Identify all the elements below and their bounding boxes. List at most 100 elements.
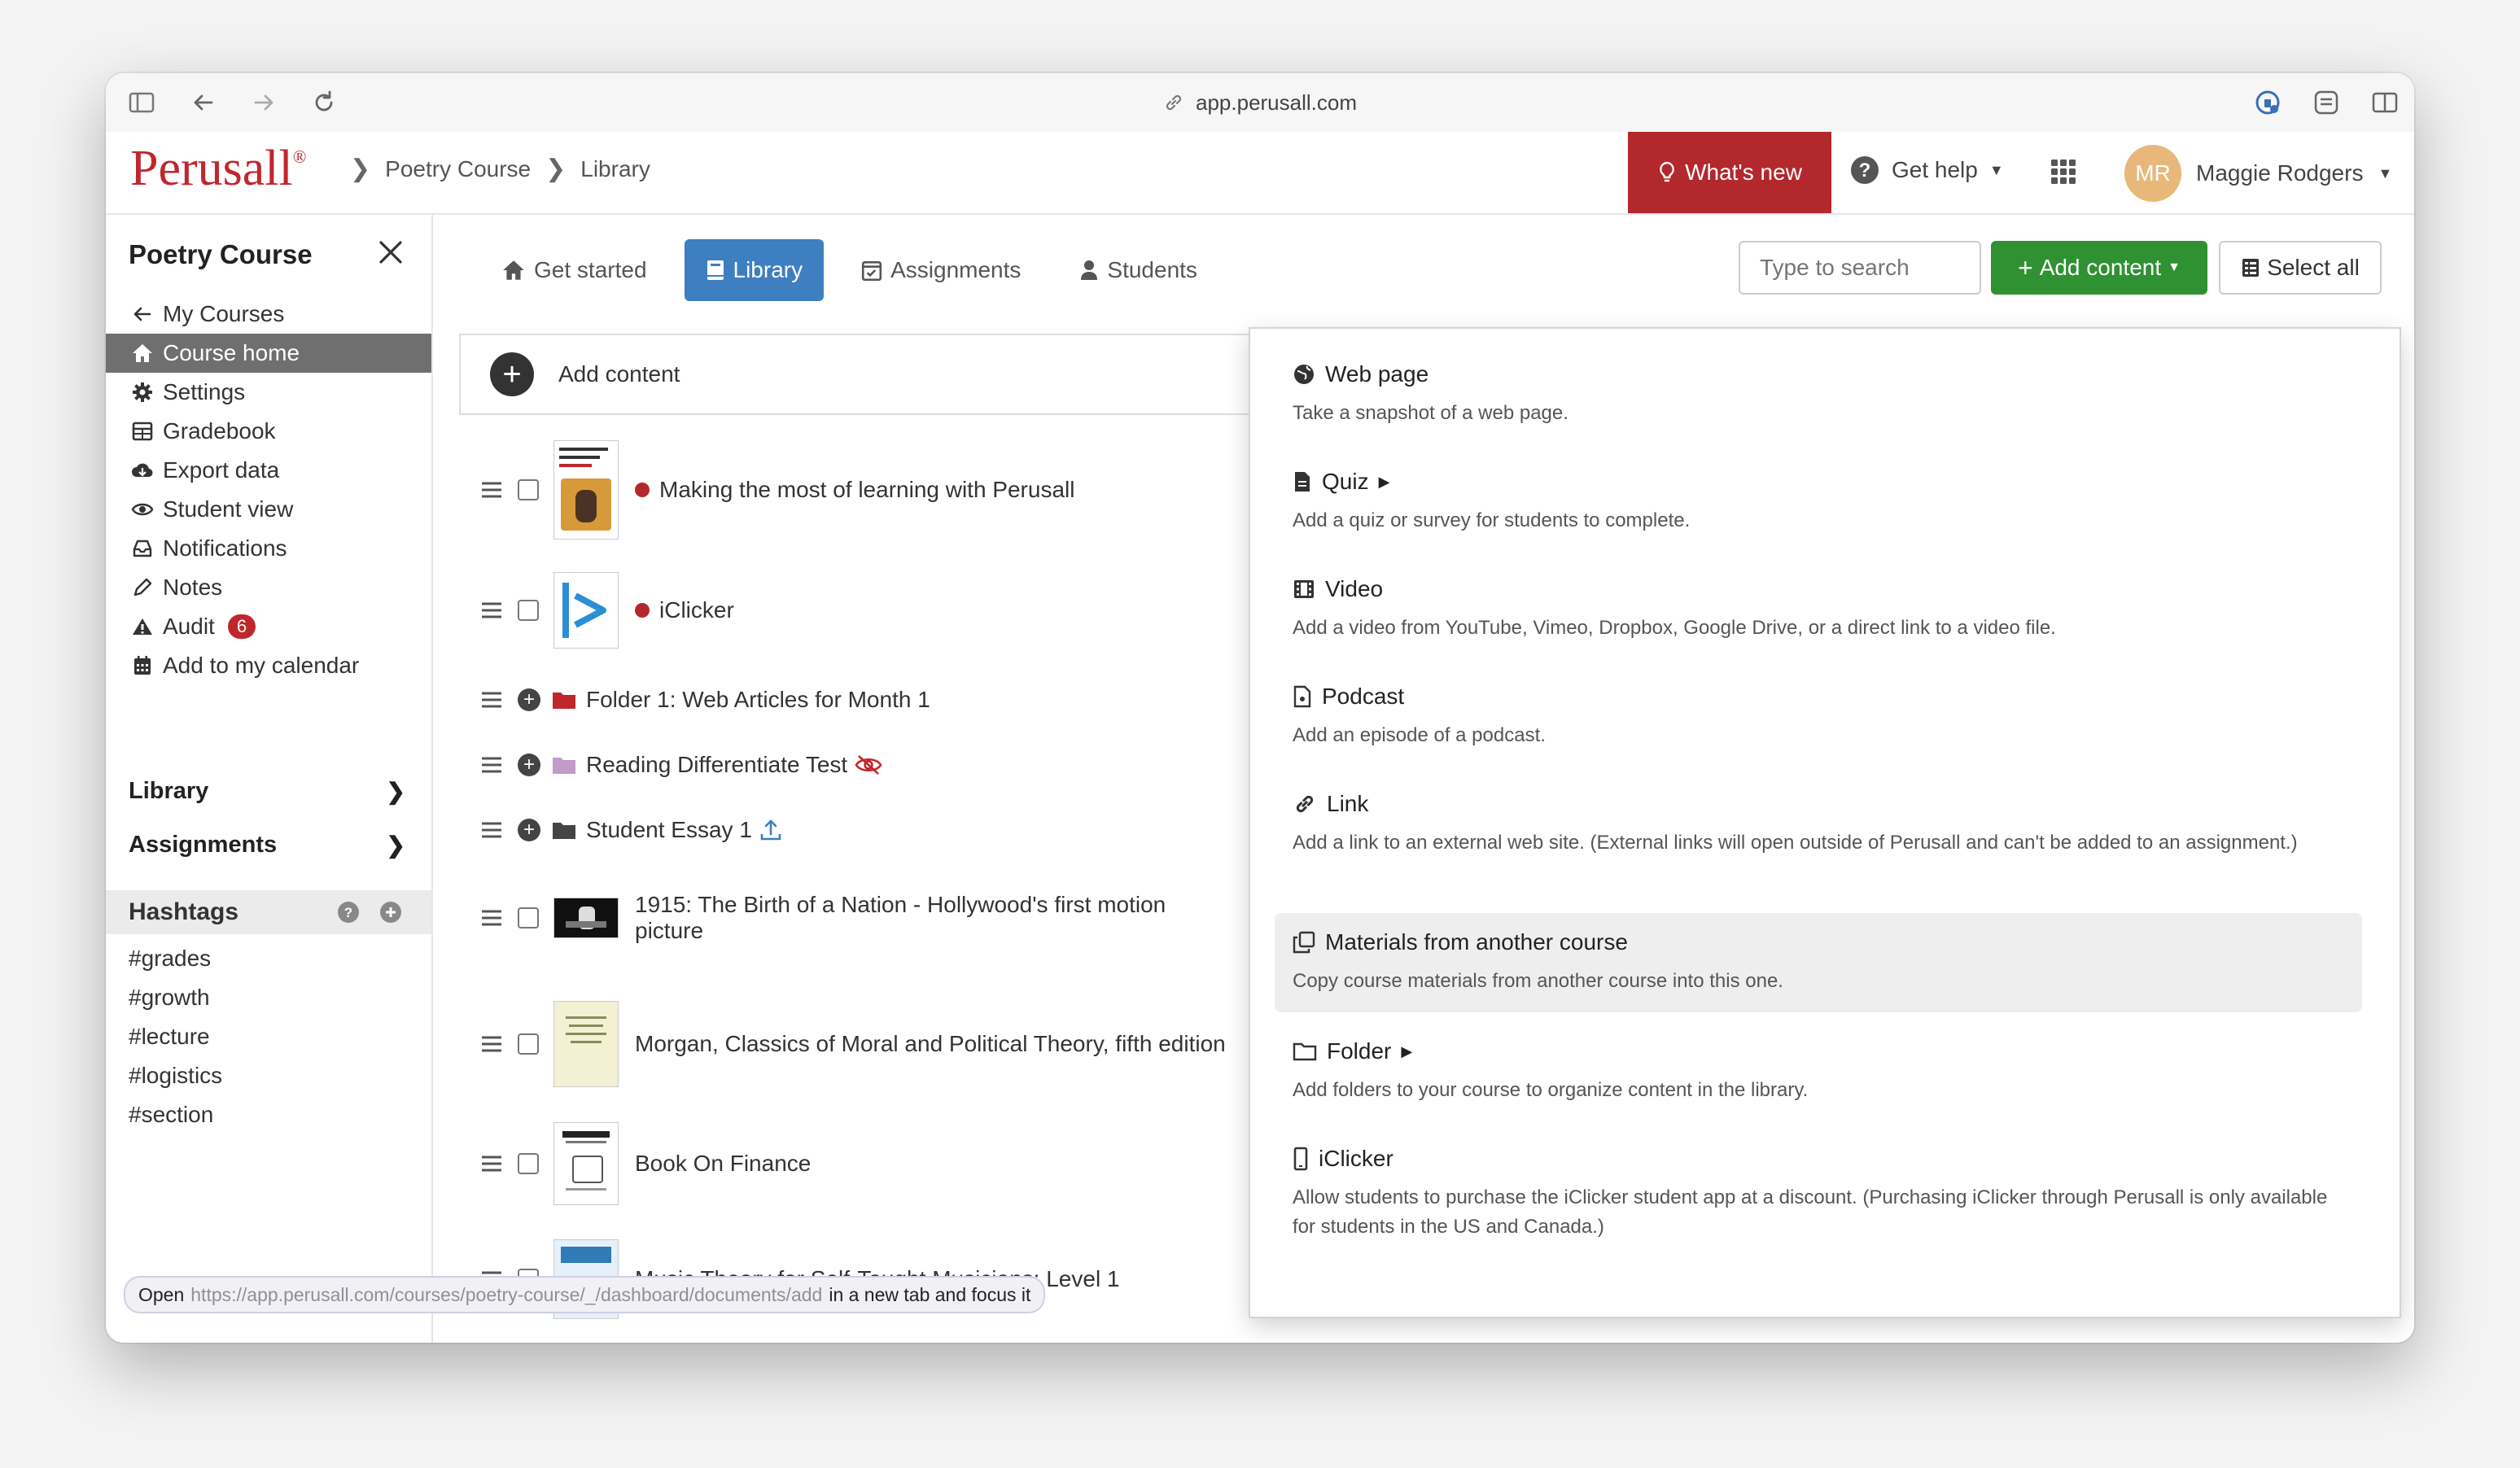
cloud-download-icon <box>130 458 155 483</box>
logo-registered-mark: ® <box>292 146 307 167</box>
list-item[interactable]: iClicker <box>480 570 1294 651</box>
sidebar-item-label: Export data <box>163 457 280 483</box>
apps-grid-icon[interactable] <box>2050 158 2077 186</box>
list-item[interactable]: Morgan, Classics of Moral and Political … <box>480 1001 1294 1087</box>
tab-library[interactable]: Library <box>684 239 825 301</box>
drag-handle-icon[interactable] <box>480 601 503 620</box>
row-title[interactable]: Book On Finance <box>635 1151 811 1177</box>
sidebar-item-course-home[interactable]: Course home <box>106 334 431 373</box>
list-item[interactable]: Book On Finance <box>480 1121 1294 1206</box>
perusall-logo[interactable]: Perusall® <box>130 140 306 198</box>
close-icon[interactable] <box>374 236 407 269</box>
menu-item-folder[interactable]: Folder ▶ Add folders to your course to or… <box>1275 1022 2362 1121</box>
sidebar-section-assignments[interactable]: Assignments ❯ <box>129 832 405 859</box>
whats-new-button[interactable]: What's new <box>1628 132 1831 213</box>
drag-handle-icon[interactable] <box>480 690 503 710</box>
sidebar-item-settings[interactable]: Settings <box>106 373 431 412</box>
breadcrumb-library[interactable]: Library <box>580 156 650 182</box>
sidebar-item-student-view[interactable]: Student view <box>106 490 431 529</box>
list-item[interactable]: Making the most of learning with Perusal… <box>480 439 1294 540</box>
hashtag-item[interactable]: #growth <box>129 978 222 1017</box>
row-title[interactable]: Student Essay 1 <box>586 817 752 843</box>
menu-item-video[interactable]: Video Add a video from YouTube, Vimeo, D… <box>1275 560 2362 659</box>
menu-item-iclicker[interactable]: iClicker Allow students to purchase the … <box>1275 1129 2362 1258</box>
breadcrumb: ❯ Poetry Course ❯ Library <box>350 155 650 183</box>
select-all-button[interactable]: Select all <box>2219 241 2382 295</box>
folder-icon <box>553 692 575 709</box>
row-title[interactable]: Making the most of learning with Perusal… <box>659 477 1074 503</box>
row-title[interactable]: iClicker <box>659 597 734 623</box>
user-menu[interactable]: MR Maggie Rodgers ▼ <box>2124 145 2392 202</box>
reader-extension-icon[interactable] <box>2310 86 2343 119</box>
password-extension-icon[interactable] <box>2251 86 2284 119</box>
list-item[interactable]: 1915: The Birth of a Nation - Hollywood'… <box>480 879 1294 957</box>
folder-row[interactable]: + Reading Differentiate Test <box>480 744 1294 786</box>
row-checkbox[interactable] <box>518 1153 539 1174</box>
row-title[interactable]: Reading Differentiate Test <box>586 752 847 778</box>
tab-label: Students <box>1107 257 1197 282</box>
folder-row[interactable]: + Folder 1: Web Articles for Month 1 <box>480 679 1294 721</box>
row-title[interactable]: Morgan, Classics of Moral and Political … <box>635 1031 1237 1057</box>
sidebar-item-export-data[interactable]: Export data <box>106 451 431 490</box>
drag-handle-icon[interactable] <box>480 908 503 928</box>
breadcrumb-course[interactable]: Poetry Course <box>385 156 531 182</box>
add-content-row[interactable]: + Add content <box>459 334 1273 415</box>
add-hashtag-icon[interactable] <box>379 901 402 924</box>
sidebar-item-add-to-calendar[interactable]: Add to my calendar <box>106 646 431 685</box>
hashtag-item[interactable]: #logistics <box>129 1056 222 1095</box>
folder-row[interactable]: + Student Essay 1 <box>480 809 1294 851</box>
expand-folder-icon[interactable]: + <box>518 819 540 841</box>
sidebar-toggle-icon[interactable] <box>125 86 158 119</box>
sidebar-item-audit[interactable]: Audit 6 <box>106 607 431 646</box>
tab-label: Get started <box>534 257 647 282</box>
hashtag-item[interactable]: #section <box>129 1095 222 1134</box>
drag-handle-icon[interactable] <box>480 1154 503 1173</box>
row-checkbox[interactable] <box>518 479 539 500</box>
hashtag-item[interactable]: #grades <box>129 939 222 978</box>
sidebar-item-label: Audit <box>163 614 215 639</box>
drag-handle-icon[interactable] <box>480 820 503 840</box>
sidebar-item-gradebook[interactable]: Gradebook <box>106 412 431 451</box>
row-checkbox[interactable] <box>518 907 539 928</box>
sidebar-item-my-courses[interactable]: My Courses <box>106 295 431 334</box>
menu-item-link[interactable]: Link Add a link to an external web site.… <box>1275 775 2362 874</box>
back-icon[interactable] <box>187 86 220 119</box>
get-help-menu[interactable]: ? Get help ▼ <box>1849 155 2004 186</box>
tab-assignments[interactable]: Assignments <box>840 239 1042 301</box>
sidebar-item-label: Student view <box>163 496 294 522</box>
hashtag-item[interactable]: #lecture <box>129 1017 222 1056</box>
expand-folder-icon[interactable]: + <box>518 754 540 776</box>
home-icon <box>130 341 155 365</box>
caret-right-icon: ▶ <box>1401 1042 1413 1059</box>
menu-item-materials-from-another-course[interactable]: Materials from another course Copy cours… <box>1275 913 2362 1012</box>
menu-item-podcast[interactable]: Podcast Add an episode of a podcast. <box>1275 667 2362 767</box>
row-title[interactable]: 1915: The Birth of a Nation - Hollywood'… <box>635 892 1237 944</box>
lightbulb-icon <box>1660 161 1674 182</box>
browser-window: app.perusall.com Perusall® ❯ Poetry Cour… <box>106 73 2414 1343</box>
expand-folder-icon[interactable]: + <box>518 688 540 711</box>
add-content-button[interactable]: + Add content ▼ <box>1991 241 2207 295</box>
help-icon[interactable]: ? <box>337 901 360 924</box>
user-name: Maggie Rodgers <box>2196 160 2364 186</box>
search-input[interactable] <box>1739 241 1981 295</box>
tab-get-started[interactable]: Get started <box>480 239 668 301</box>
tab-students[interactable]: Students <box>1058 239 1218 301</box>
menu-item-web-page[interactable]: Web page Take a snapshot of a web page. <box>1275 345 2362 444</box>
menu-item-quiz[interactable]: Quiz ▶ Add a quiz or survey for students … <box>1275 452 2362 552</box>
split-view-icon[interactable] <box>2369 86 2401 119</box>
sidebar-item-notes[interactable]: Notes <box>106 568 431 607</box>
drag-handle-icon[interactable] <box>480 480 503 500</box>
address-bar[interactable]: app.perusall.com <box>1163 86 1357 119</box>
row-checkbox[interactable] <box>518 1033 539 1055</box>
sidebar-section-library[interactable]: Library ❯ <box>129 778 405 805</box>
reload-icon[interactable] <box>308 86 340 119</box>
drag-handle-icon[interactable] <box>480 755 503 775</box>
row-checkbox[interactable] <box>518 600 539 621</box>
forward-icon[interactable] <box>247 86 280 119</box>
logo-text: Perusall <box>130 141 293 196</box>
drag-handle-icon[interactable] <box>480 1034 503 1054</box>
row-title[interactable]: Folder 1: Web Articles for Month 1 <box>586 687 930 713</box>
checklist-icon <box>2242 259 2260 277</box>
warning-icon <box>130 614 155 639</box>
sidebar-item-notifications[interactable]: Notifications <box>106 529 431 568</box>
